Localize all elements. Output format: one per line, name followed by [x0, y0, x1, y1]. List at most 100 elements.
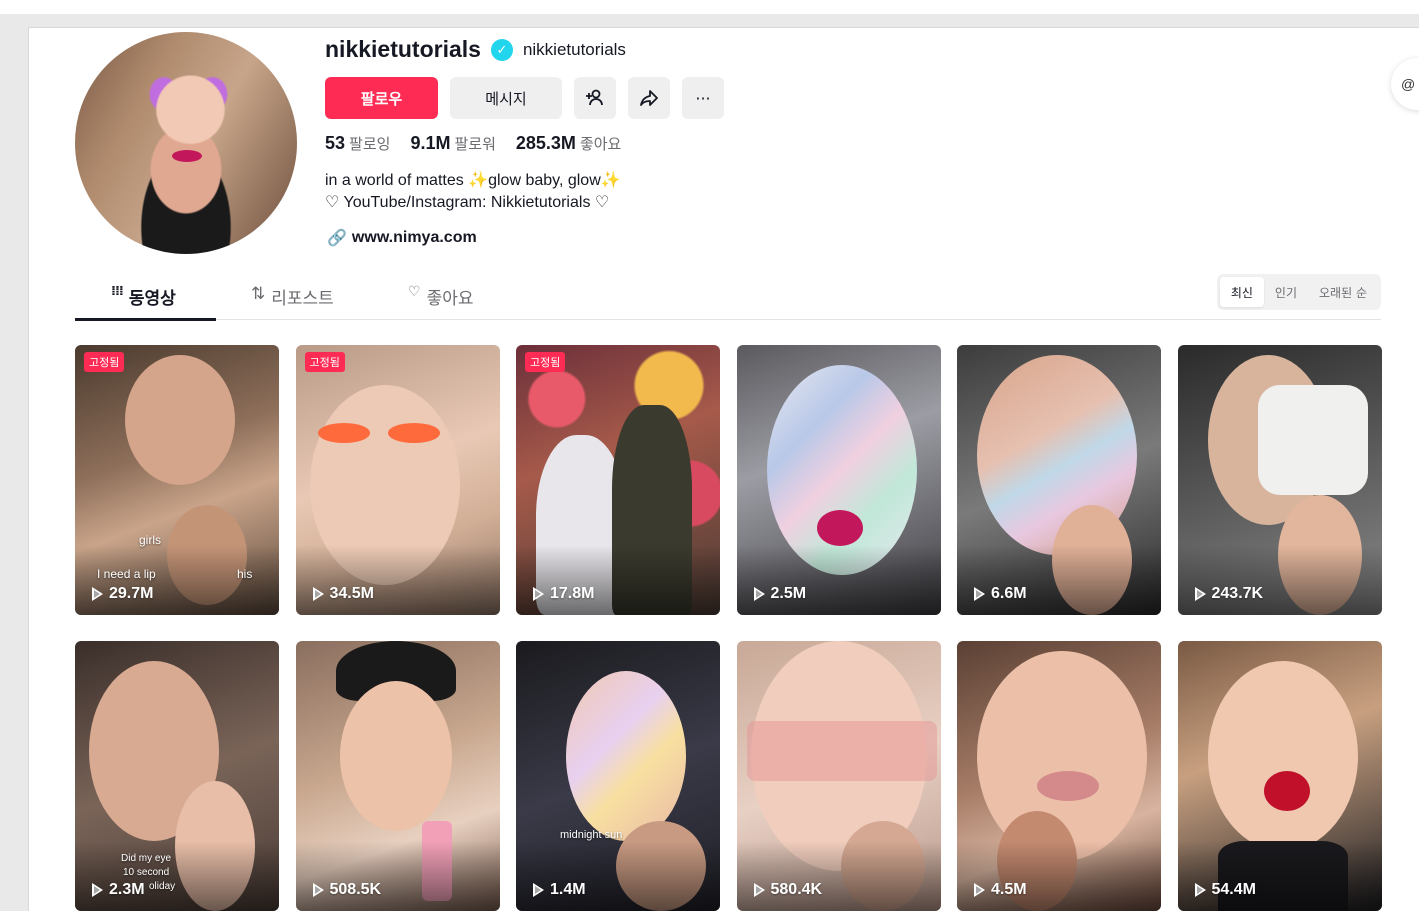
sort-popular-button[interactable]: 인기 [1264, 277, 1308, 307]
video-card[interactable]: midnight sun 1.4M [516, 641, 720, 911]
share-arrow-icon [640, 90, 658, 106]
video-card[interactable]: 4.5M [957, 641, 1161, 911]
play-icon [753, 883, 765, 897]
video-caption: his [237, 567, 253, 581]
browser-top-strip [0, 0, 1419, 14]
play-icon [533, 883, 544, 897]
play-icon [312, 587, 324, 601]
thumbnail-shade [516, 841, 720, 911]
avatar[interactable] [75, 32, 297, 254]
profile-stats: 53 팔로잉 9.1M 팔로워 285.3M 좋아요 [325, 133, 621, 154]
thumbnail-shade [957, 841, 1161, 911]
video-views: 580.4K [753, 881, 823, 899]
video-view-count: 580.4K [770, 881, 823, 898]
profile-page: @ nikkietutorials ✓ nikkietutorials 팔로우 … [28, 27, 1419, 911]
sort-oldest-button[interactable]: 오래된 순 [1308, 277, 1378, 307]
video-card[interactable]: 고정됨 34.5M [295, 345, 500, 615]
video-view-count: 6.6M [991, 585, 1027, 602]
video-views: 508.5K [312, 881, 381, 899]
video-view-count: 4.5M [991, 881, 1027, 898]
followers-stat[interactable]: 9.1M 팔로워 [410, 133, 495, 154]
share-button[interactable] [628, 77, 670, 119]
video-card[interactable]: 6.6M [957, 345, 1161, 615]
sort-latest-button[interactable]: 최신 [1219, 277, 1264, 307]
video-view-count: 34.5M [329, 585, 374, 602]
video-view-count: 2.3M [109, 881, 145, 898]
video-card[interactable]: 고정됨 17.8M [516, 345, 720, 615]
bio-text-b: glow baby, glow [488, 172, 601, 189]
likes-count: 285.3M [515, 133, 576, 153]
following-stat[interactable]: 53 팔로잉 [325, 133, 390, 154]
video-view-count: 29.7M [109, 585, 154, 602]
video-views: 17.8M [533, 585, 594, 603]
tab-reposts-label: 리포스트 [271, 289, 334, 309]
video-card[interactable]: 54.4M [1177, 641, 1382, 911]
active-tab-underline [75, 318, 216, 321]
video-thumbnail-face [1263, 771, 1310, 811]
video-thumbnail-face [339, 681, 452, 831]
video-caption: Did my eye [121, 853, 172, 864]
avatar-lips [172, 150, 202, 162]
play-icon [312, 883, 324, 897]
follow-button[interactable]: 팔로우 [325, 77, 438, 119]
thumbnail-shade [1177, 545, 1382, 615]
pinned-badge: 고정됨 [84, 352, 125, 372]
play-icon [753, 587, 765, 601]
link-icon: 🔗 [327, 230, 347, 247]
video-views: 34.5M [312, 585, 374, 603]
video-grid: 고정됨 girls I need a lip his 29.7M 고정됨 34.… [75, 345, 1382, 911]
video-views: 29.7M [92, 585, 153, 603]
profile-bio: in a world of mattes ✨glow baby, glow✨ ♡… [325, 170, 621, 214]
video-card[interactable]: 2.5M [736, 345, 941, 615]
video-thumbnail-face [1257, 385, 1368, 495]
profile-link[interactable]: 🔗 www.nimya.com [327, 228, 477, 248]
thumbnail-shade [516, 545, 720, 615]
play-icon [974, 883, 985, 897]
verified-badge-icon: ✓ [490, 38, 513, 61]
video-views: 54.4M [1194, 881, 1256, 899]
heart-lock-icon: ♡ [408, 284, 421, 300]
thumbnail-shade [295, 545, 500, 615]
sort-toggle: 최신 인기 오래된 순 [1216, 274, 1381, 310]
video-views: 243.7K [1194, 585, 1263, 603]
side-action-button[interactable]: @ [1391, 58, 1419, 110]
video-views: 2.3M [92, 881, 145, 899]
pinned-badge: 고정됨 [304, 352, 345, 372]
play-icon [92, 587, 103, 601]
video-caption: girls [139, 533, 162, 547]
tab-liked[interactable]: ♡ 좋아요 [408, 284, 473, 320]
add-friend-button[interactable] [574, 77, 616, 119]
profile-link-text: www.nimya.com [351, 229, 477, 246]
video-thumbnail-face [387, 423, 440, 443]
video-thumbnail-face [1207, 661, 1358, 851]
thumbnail-shade [957, 545, 1161, 615]
more-options-button[interactable]: ··· [682, 77, 724, 119]
video-card[interactable]: 고정됨 girls I need a lip his 29.7M [75, 345, 279, 615]
followers-label: 팔로워 [454, 135, 496, 153]
thumbnail-shade [75, 841, 279, 911]
likes-label: 좋아요 [579, 135, 622, 153]
thumbnail-shade [295, 841, 500, 911]
play-icon [974, 587, 985, 601]
video-card[interactable]: Did my eye 10 second oliday 2.3M [75, 641, 279, 911]
repost-icon: ⇅ [251, 284, 266, 304]
profile-tabs: ⁞⁞⁞ 동영상 ⇅ 리포스트 ♡ 좋아요 최신 인기 오래된 순 [75, 274, 1381, 321]
thumbnail-shade [1177, 841, 1382, 911]
video-caption: I need a lip [97, 567, 156, 581]
tab-reposts[interactable]: ⇅ 리포스트 [251, 284, 334, 320]
pinned-badge: 고정됨 [525, 352, 566, 372]
video-card[interactable]: 508.5K [295, 641, 500, 911]
profile-nickname: nikkietutorials [522, 39, 626, 59]
video-card[interactable]: 580.4K [736, 641, 941, 911]
video-view-count: 54.4M [1211, 881, 1256, 898]
bio-line-2: ♡ YouTube/Instagram: Nikkietutorials ♡ [325, 194, 610, 211]
message-button[interactable]: 메시지 [450, 77, 562, 119]
video-view-count: 2.5M [770, 585, 807, 602]
tab-videos-label: 동영상 [128, 289, 176, 309]
profile-name-row: nikkietutorials ✓ nikkietutorials [325, 36, 626, 63]
video-thumbnail-face [317, 423, 370, 443]
following-label: 팔로잉 [349, 135, 391, 153]
tab-videos[interactable]: ⁞⁞⁞ 동영상 [111, 284, 176, 320]
video-card[interactable]: 243.7K [1177, 345, 1382, 615]
add-person-icon [586, 89, 603, 106]
